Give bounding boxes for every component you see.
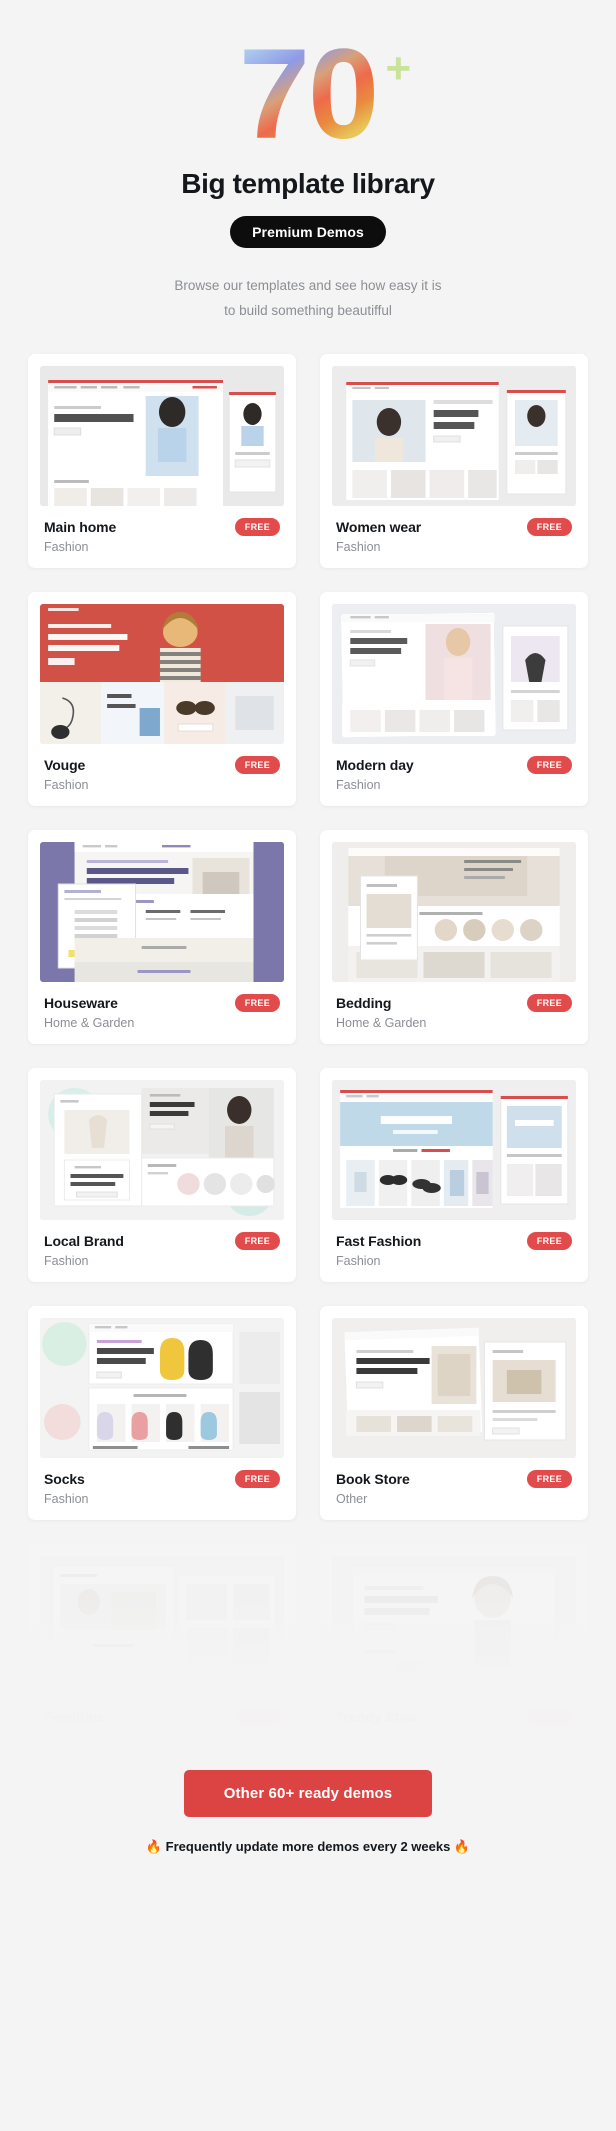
demo-card-category: Home & Garden [44,1016,135,1031]
demo-card-header: Women wear FREE [336,518,572,537]
footer-note: 🔥 Frequently update more demos every 2 w… [145,1839,471,1855]
demo-thumbnail [332,604,576,745]
demo-card-meta: Vouge FREE Fashion [40,744,284,806]
demo-card-header: Main home FREE [44,518,280,537]
demo-card[interactable]: Vouge FREE Fashion [28,592,296,807]
demo-card-category: Fashion [44,540,89,555]
premium-demos-badge: Premium Demos [230,216,386,249]
demo-grid: Main home FREE Fashion Women wear FREE Fashi… [0,354,616,1745]
demo-card-title: Women wear [336,519,422,536]
free-badge: FREE [234,1470,280,1489]
demo-card-category: Home & Garden [336,1016,427,1031]
demo-card-header: Fast Fashion FREE [336,1232,572,1251]
hero-description-line2: to build something beautifful [224,303,392,319]
free-badge: FREE [234,994,280,1013]
free-badge: FREE [234,1232,280,1251]
demo-card-category: Fashion [336,540,381,555]
demo-thumbnail [332,1318,576,1459]
demo-card[interactable]: Houseware FREE Home & Garden [28,830,296,1045]
demo-card[interactable]: Feminine FREE [28,1544,296,1745]
demo-thumbnail [332,1080,576,1221]
demo-card[interactable]: Book Store FREE Other [320,1306,588,1521]
demo-card[interactable]: Bedding FREE Home & Garden [320,830,588,1045]
hero-section: 70 + Big template library Premium Demos B… [0,0,616,324]
free-badge: FREE [526,756,572,775]
demo-card[interactable]: Trendy Style FREE [320,1544,588,1745]
demo-card-title: Bedding [336,995,392,1012]
demo-card-header: Feminine FREE [44,1708,280,1727]
demo-card[interactable]: Fast Fashion FREE Fashion [320,1068,588,1283]
demo-card-header: Vouge FREE [44,756,280,775]
demo-card-category: Other [336,1492,368,1507]
demo-card-title: Feminine [44,1709,105,1726]
demo-card-title: Main home [44,519,117,536]
free-badge: FREE [234,756,280,775]
demo-card-header: Bedding FREE [336,994,572,1013]
demo-card-title: Local Brand [44,1233,124,1250]
demo-card-meta: Women wear FREE Fashion [332,506,576,568]
demo-card-meta: Socks FREE Fashion [40,1458,284,1520]
demo-card-category: Fashion [336,1254,381,1269]
demo-card-category: Fashion [336,778,381,793]
free-badge: FREE [526,1470,572,1489]
page-title: Big template library [181,168,435,200]
demo-card[interactable]: Main home FREE Fashion [28,354,296,569]
other-demos-button[interactable]: Other 60+ ready demos [183,1770,433,1818]
plus-icon: + [385,44,411,93]
demo-card[interactable]: Modern day FREE Fashion [320,592,588,807]
big-number-value: 70 [238,23,378,166]
demo-thumbnail [332,366,576,507]
demo-card-meta: Modern day FREE Fashion [332,744,576,806]
demo-card-title: Houseware [44,995,118,1012]
free-badge: FREE [234,518,280,537]
demo-card-header: Houseware FREE [44,994,280,1013]
hero-description-line1: Browse our templates and see how easy it… [174,278,442,294]
demo-thumbnail [332,842,576,983]
demo-thumbnail [40,842,284,983]
demo-card-meta: Bedding FREE Home & Garden [332,982,576,1044]
page-root: 70 + Big template library Premium Demos B… [0,0,616,2131]
demo-card-header: Modern day FREE [336,756,572,775]
demo-card-category: Fashion [44,778,89,793]
free-badge: FREE [234,1708,280,1727]
demo-card-title: Vouge [44,757,86,774]
demo-card-title: Socks [44,1471,85,1488]
demo-card-title: Modern day [336,757,414,774]
demo-card[interactable]: Socks FREE Fashion [28,1306,296,1521]
demo-card-meta: Main home FREE Fashion [40,506,284,568]
demo-card-meta: Feminine FREE [40,1696,284,1744]
demo-card-header: Trendy Style FREE [336,1708,572,1727]
demo-card-category: Fashion [44,1254,89,1269]
demo-thumbnail [332,1556,576,1697]
demo-card-meta: Local Brand FREE Fashion [40,1220,284,1282]
free-badge: FREE [526,1708,572,1727]
big-number-70: 70 + [239,28,411,162]
demo-card-title: Fast Fashion [336,1233,422,1250]
demo-thumbnail [40,1080,284,1221]
footer-section: Other 60+ ready demos 🔥 Frequently updat… [0,1770,616,1855]
demo-card-meta: Fast Fashion FREE Fashion [332,1220,576,1282]
demo-card-meta: Trendy Style FREE [332,1696,576,1744]
hero-description: Browse our templates and see how easy it… [0,274,616,324]
free-badge: FREE [526,1232,572,1251]
demo-card-title: Trendy Style [336,1709,419,1726]
demo-card-category: Fashion [44,1492,89,1507]
free-badge: FREE [526,518,572,537]
demo-card-meta: Book Store FREE Other [332,1458,576,1520]
demo-thumbnail [40,1318,284,1459]
demo-card-meta: Houseware FREE Home & Garden [40,982,284,1044]
demo-thumbnail [40,366,284,507]
demo-thumbnail [40,1556,284,1697]
demo-card-header: Socks FREE [44,1470,280,1489]
demo-card[interactable]: Women wear FREE Fashion [320,354,588,569]
demo-thumbnail [40,604,284,745]
demo-card-title: Book Store [336,1471,410,1488]
demo-card-header: Book Store FREE [336,1470,572,1489]
free-badge: FREE [526,994,572,1013]
demo-card[interactable]: Local Brand FREE Fashion [28,1068,296,1283]
demo-card-header: Local Brand FREE [44,1232,280,1251]
